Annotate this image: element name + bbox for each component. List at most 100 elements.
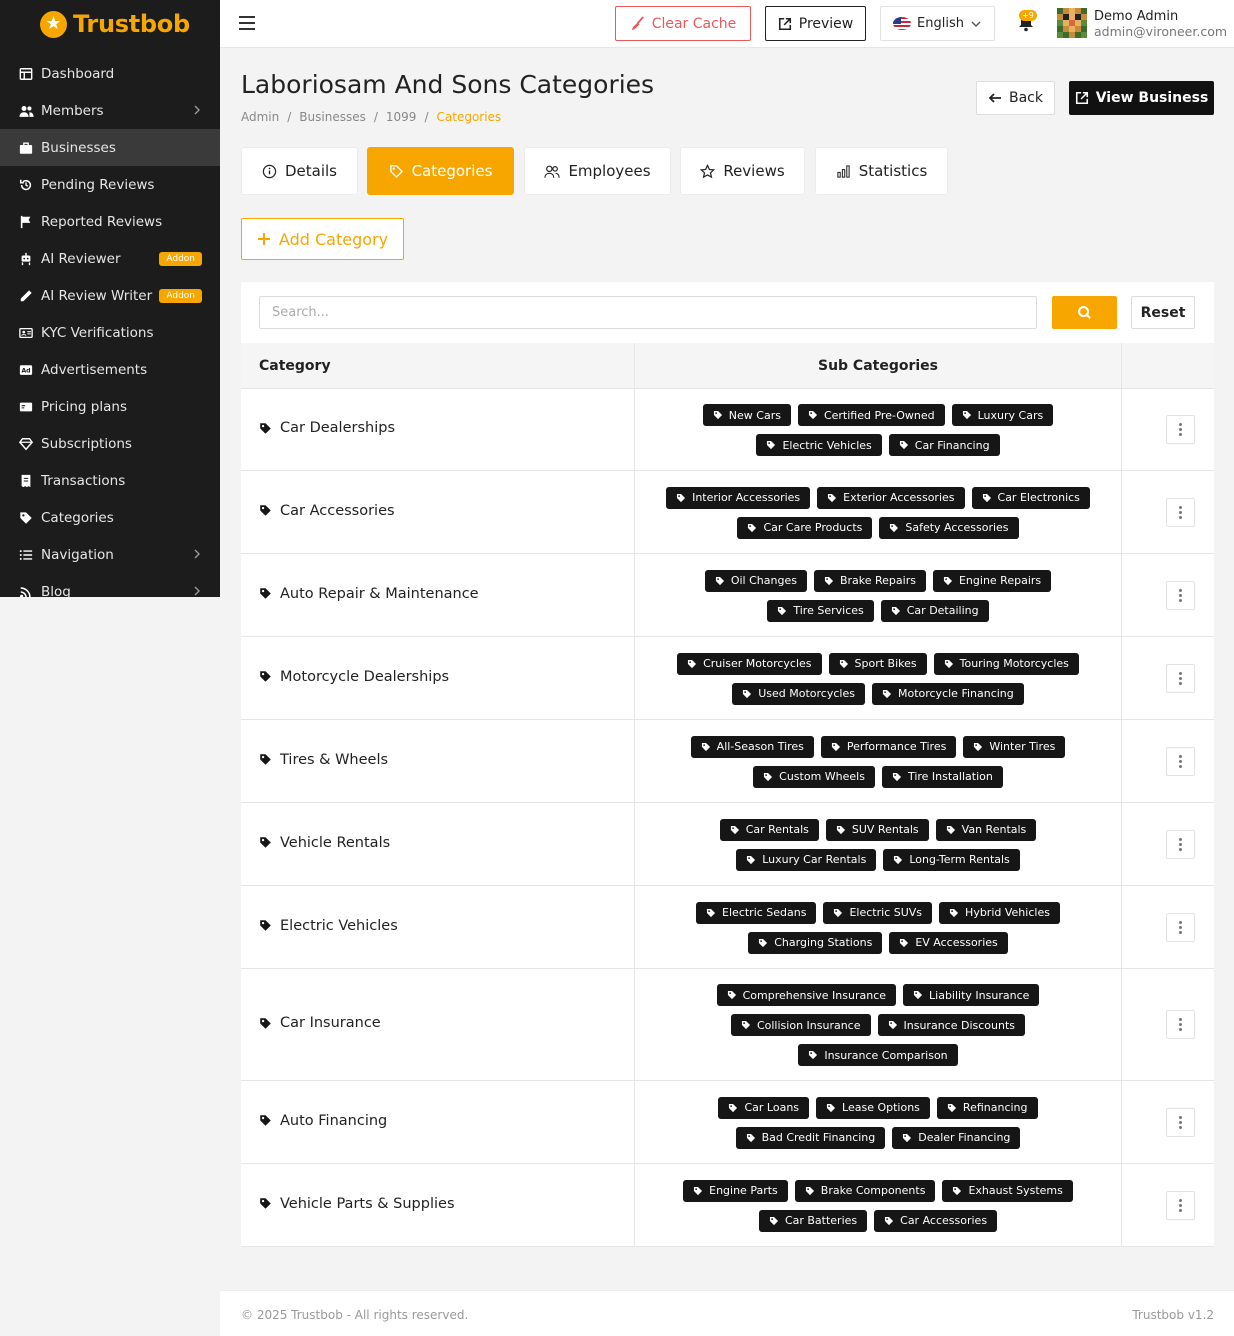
sub-category-label: Insurance Comparison xyxy=(824,1048,948,1062)
tab-statistics[interactable]: Statistics xyxy=(815,147,948,195)
view-business-button[interactable]: View Business xyxy=(1069,81,1214,115)
row-actions-button[interactable] xyxy=(1166,1107,1195,1137)
sub-category-label: Brake Repairs xyxy=(839,574,916,587)
sub-category-label: Luxury Cars xyxy=(977,408,1044,422)
sub-category-label: Dealer Financing xyxy=(918,1131,1011,1144)
category-name: Car Insurance xyxy=(280,1015,381,1031)
sub-category-chip: Brake Components xyxy=(794,1179,936,1202)
users-icon xyxy=(18,103,34,119)
sidebar-item-label: AI Reviewer xyxy=(41,250,121,267)
pen-icon xyxy=(18,288,34,304)
sidebar-item-navigation[interactable]: Navigation xyxy=(0,536,220,573)
sidebar-item-subscriptions[interactable]: Subscriptions xyxy=(0,425,220,462)
tag-icon xyxy=(888,1020,898,1030)
sub-category-label: Car Detailing xyxy=(906,604,979,617)
tab-categories[interactable]: Categories xyxy=(367,147,514,195)
sub-categories-cell: Comprehensive Insurance Liability Insuran… xyxy=(641,984,1115,1066)
external-link-icon xyxy=(1075,91,1088,105)
search-button[interactable] xyxy=(1052,296,1117,329)
category-cell: Motorcycle Dealerships xyxy=(259,669,449,685)
category-cell: Auto Repair & Maintenance xyxy=(259,586,479,602)
row-actions-button[interactable] xyxy=(1166,580,1195,610)
sidebar-item-transactions[interactable]: Transactions xyxy=(0,462,220,499)
tag-icon xyxy=(706,908,716,918)
category-name: Auto Financing xyxy=(280,1112,388,1129)
breadcrumb-admin[interactable]: Admin xyxy=(241,110,279,124)
sub-category-label: Engine Parts xyxy=(709,1184,778,1197)
menu-toggle-icon[interactable] xyxy=(239,16,255,30)
row-actions-button[interactable] xyxy=(1166,415,1195,444)
tag-icon xyxy=(18,510,34,526)
clear-cache-button[interactable]: Clear Cache xyxy=(615,6,751,41)
sidebar-item-pending-reviews[interactable]: Pending Reviews xyxy=(0,166,220,203)
language-select[interactable]: English xyxy=(880,6,995,41)
breadcrumb: Admin / Businesses/ 1099/ Categories xyxy=(241,110,502,124)
tag-icon xyxy=(884,1216,894,1226)
tag-icon xyxy=(946,825,956,835)
category-name: Tires & Wheels xyxy=(280,751,389,768)
breadcrumb-business-id[interactable]: 1099 xyxy=(386,110,417,124)
sub-category-chip: Van Rentals xyxy=(935,818,1037,841)
sidebar-item-label: Pricing plans xyxy=(41,398,127,415)
sub-category-label: Cruiser Motorcycles xyxy=(703,657,812,670)
sidebar-item-dashboard[interactable]: Dashboard xyxy=(0,55,220,92)
sidebar-item-reported-reviews[interactable]: Reported Reviews xyxy=(0,203,220,240)
sub-category-label: Lease Options xyxy=(842,1101,920,1114)
sidebar-item-ai-review-writer[interactable]: AI Review Writer Addon xyxy=(0,277,220,314)
row-actions-button[interactable] xyxy=(1166,912,1195,942)
info-icon xyxy=(262,164,277,178)
sub-category-chip: EV Accessories xyxy=(889,931,1008,954)
sidebar-item-advertisements[interactable]: Ad Advertisements xyxy=(0,351,220,388)
sidebar-item-categories[interactable]: Categories xyxy=(0,499,220,536)
tag-icon xyxy=(839,659,849,669)
tag-icon xyxy=(259,422,272,435)
row-actions-button[interactable] xyxy=(1166,1010,1195,1039)
sidebar-item-businesses[interactable]: Businesses xyxy=(0,129,220,166)
category-name: Vehicle Rentals xyxy=(280,834,391,851)
sub-category-chip: Motorcycle Financing xyxy=(871,682,1024,705)
sidebar-item-pricing-plans[interactable]: Pricing plans xyxy=(0,388,220,425)
sidebar-item-label: Transactions xyxy=(41,472,126,489)
user-name[interactable]: Demo Admin xyxy=(1094,9,1178,24)
sub-category-label: Luxury Car Rentals xyxy=(762,853,867,866)
sub-category-label: Collision Insurance xyxy=(756,1018,861,1032)
tab-employees[interactable]: Employees xyxy=(524,147,671,195)
sub-category-label: Exterior Accessories xyxy=(843,491,955,504)
broom-icon xyxy=(631,16,644,31)
tag-icon xyxy=(808,1050,818,1060)
preview-button[interactable]: Preview xyxy=(765,6,866,41)
sidebar-item-blog[interactable]: Blog xyxy=(0,573,220,597)
sidebar-item-ai-reviewer[interactable]: AI Reviewer Addon xyxy=(0,240,220,277)
sub-category-label: Liability Insurance xyxy=(929,988,1030,1002)
brand-logo[interactable]: ★ Trustbob xyxy=(0,0,220,48)
reset-button[interactable]: Reset xyxy=(1131,296,1195,329)
sub-category-label: Exhaust Systems xyxy=(968,1184,1063,1197)
sub-category-chip: Safety Accessories xyxy=(879,516,1019,539)
row-actions-button[interactable] xyxy=(1166,746,1195,776)
row-actions-button[interactable] xyxy=(1166,497,1195,527)
sub-category-chip: Car Electronics xyxy=(971,486,1090,509)
avatar[interactable] xyxy=(1057,8,1087,38)
sub-category-label: New Cars xyxy=(728,408,781,422)
sidebar-item-kyc-verifications[interactable]: KYC Verifications xyxy=(0,314,220,351)
breadcrumb-businesses[interactable]: Businesses xyxy=(299,110,366,124)
row-actions-button[interactable] xyxy=(1166,829,1195,859)
robot-icon xyxy=(18,251,34,267)
tag-icon xyxy=(701,742,711,752)
row-actions-button[interactable] xyxy=(1166,1190,1195,1220)
back-button[interactable]: Back xyxy=(976,81,1055,115)
categories-card: Reset Category Sub Categories Car Dealer… xyxy=(241,282,1214,1247)
add-category-button[interactable]: Add Category xyxy=(241,218,404,260)
tag-icon xyxy=(952,1186,962,1196)
sub-category-chip: Electric SUVs xyxy=(823,901,933,924)
sub-category-chip: Oil Changes xyxy=(704,569,807,592)
search-input[interactable] xyxy=(259,296,1037,329)
sub-category-chip: Certified Pre-Owned xyxy=(797,404,945,426)
tag-icon xyxy=(741,1020,751,1030)
sub-category-label: Winter Tires xyxy=(989,740,1056,753)
tab-details[interactable]: Details xyxy=(241,147,358,195)
sidebar-item-members[interactable]: Members xyxy=(0,92,220,129)
row-actions-button[interactable] xyxy=(1166,663,1195,693)
tag-icon xyxy=(730,825,740,835)
tab-reviews[interactable]: Reviews xyxy=(680,147,805,195)
